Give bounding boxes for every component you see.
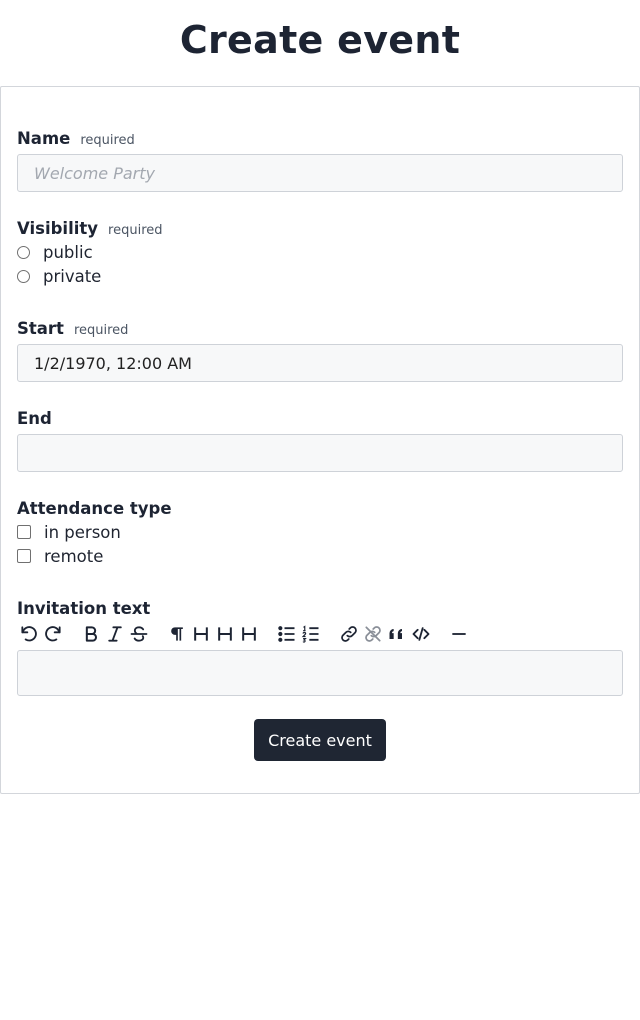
paragraph-icon[interactable] [165,622,189,646]
invitation-text-editor[interactable] [17,650,623,696]
checkbox-remote[interactable] [17,549,31,563]
visibility-field: Visibility required public private [17,219,623,288]
italic-icon[interactable] [103,622,127,646]
start-value: 1/2/1970, 12:00 AM [34,353,192,373]
horizontal-rule-icon[interactable] [447,622,471,646]
option-label: private [43,266,102,286]
name-placeholder: Welcome Party [34,163,155,183]
name-label: Name [17,129,71,148]
visibility-option-public[interactable]: public [17,240,623,264]
end-datetime-input[interactable] [17,434,623,472]
start-label: Start [17,319,64,338]
end-label: End [17,409,52,428]
required-indicator: required [108,223,163,238]
checkbox-in-person[interactable] [17,525,31,539]
undo-icon[interactable] [17,622,41,646]
radio-private[interactable] [17,269,30,283]
visibility-option-private[interactable]: private [17,264,623,288]
invitation-field: Invitation text [17,599,623,696]
editor-toolbar [17,622,623,646]
name-input[interactable]: Welcome Party [17,154,623,192]
required-indicator: required [80,133,135,148]
heading-1-icon[interactable] [189,622,213,646]
heading-3-icon[interactable] [237,622,261,646]
heading-2-icon[interactable] [213,622,237,646]
option-label: public [43,242,93,262]
link-icon[interactable] [337,622,361,646]
blockquote-icon[interactable] [385,622,409,646]
bullet-list-icon[interactable] [275,622,299,646]
attendance-label: Attendance type [17,499,172,518]
attendance-field: Attendance type in person remote [17,499,623,568]
create-event-button[interactable]: Create event [254,719,386,761]
visibility-label: Visibility [17,219,99,238]
required-indicator: required [73,323,129,338]
unlink-icon[interactable] [361,622,385,646]
attendance-option-remote[interactable]: remote [17,544,623,568]
option-label: remote [44,546,104,566]
page-title: Create event [179,18,461,62]
start-datetime-input[interactable]: 1/2/1970, 12:00 AM [17,344,623,382]
redo-icon[interactable] [41,622,65,646]
end-field: End [17,409,623,472]
start-field: Start required 1/2/1970, 12:00 AM [17,319,623,382]
strikethrough-icon[interactable] [127,622,151,646]
attendance-option-in-person[interactable]: in person [17,520,623,544]
ordered-list-icon[interactable] [299,622,323,646]
invitation-label: Invitation text [17,599,151,618]
bold-icon[interactable] [79,622,103,646]
option-label: in person [44,522,121,542]
radio-public[interactable] [17,245,30,259]
name-field: Name required Welcome Party [17,129,623,192]
code-icon[interactable] [409,622,433,646]
event-form: Name required Welcome Party Visibility r… [0,86,640,794]
